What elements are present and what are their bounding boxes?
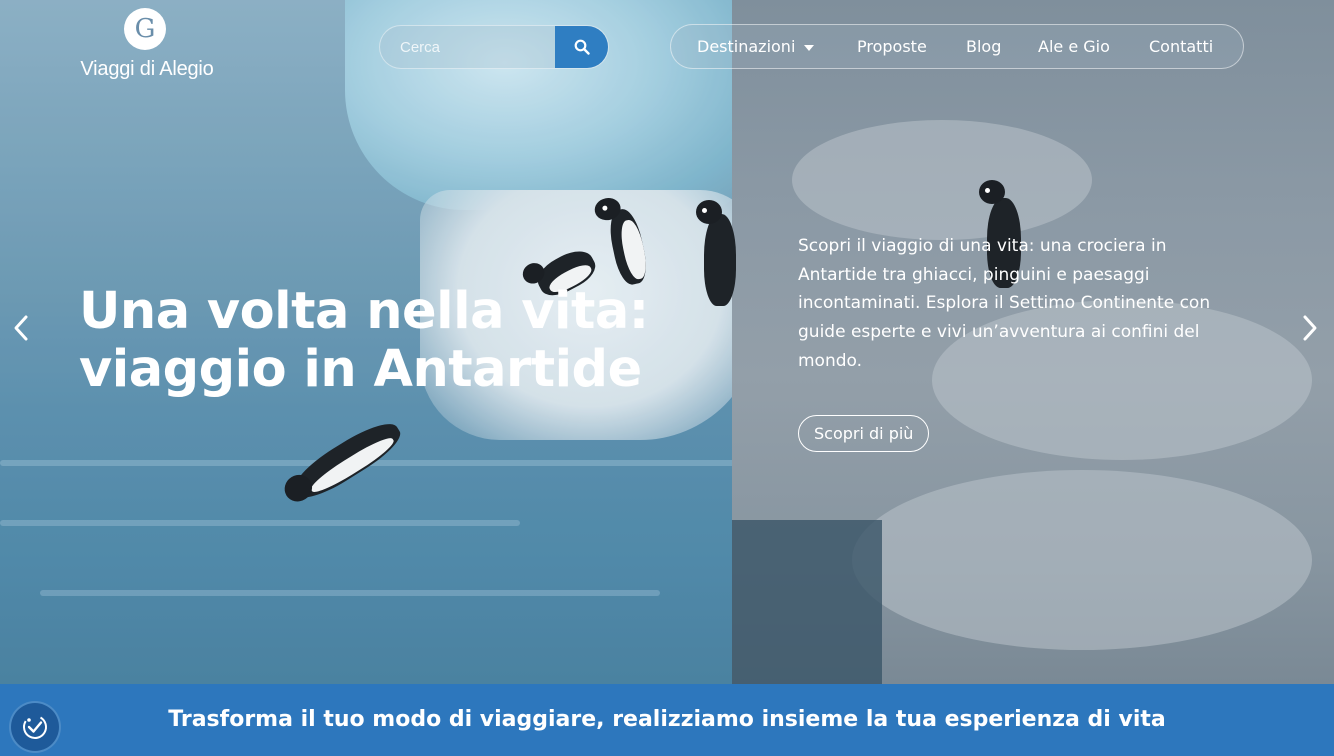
search-input[interactable] (380, 26, 556, 68)
hero-title-line2: viaggio in Antartide (79, 340, 642, 399)
nav-item-label: Destinazioni (697, 37, 796, 56)
bottom-banner: Trasforma il tuo modo di viaggiare, real… (0, 684, 1334, 756)
chevron-left-icon (14, 315, 28, 341)
banner-text: Trasforma il tuo modo di viaggiare, real… (168, 707, 1166, 732)
dark-water-shape (732, 520, 882, 684)
hero-title: Una volta nella vita: viaggio in Antarti… (79, 283, 699, 399)
snow-patch (852, 470, 1312, 650)
nav-item-blog[interactable]: Blog (966, 25, 1001, 68)
snow-patch (792, 120, 1092, 240)
accessibility-button[interactable] (11, 703, 59, 751)
logo-text: Viaggi di Alegio (80, 58, 214, 80)
slider-next-button[interactable] (1295, 310, 1325, 346)
slider-prev-button[interactable] (6, 310, 36, 346)
site-logo[interactable]: G Viaggi di Alegio (72, 8, 222, 84)
alegio-logo-icon: G (124, 8, 166, 50)
hero-description: Scopri il viaggio di una vita: una croci… (798, 236, 1211, 371)
nav-item-destinazioni[interactable]: Destinazioni (697, 25, 815, 68)
search-form (379, 25, 609, 69)
discover-more-button[interactable]: Scopri di più (798, 415, 930, 452)
nav-item-label: Proposte (857, 37, 927, 56)
logo-glyph: G (134, 14, 156, 44)
nav-item-ale-e-gio[interactable]: Ale e Gio (1038, 25, 1110, 68)
nav-item-contatti[interactable]: Contatti (1149, 25, 1213, 68)
main-navigation: Destinazioni Proposte Blog Ale e Gio Con… (670, 24, 1244, 69)
nav-item-proposte[interactable]: Proposte (857, 25, 927, 68)
accessibility-icon (23, 715, 47, 739)
hero-title-line1: Una volta nella vita: (79, 282, 649, 341)
nav-item-label: Contatti (1149, 37, 1214, 56)
search-button[interactable] (555, 26, 608, 68)
search-icon (574, 39, 590, 55)
nav-item-label: Ale e Gio (1038, 37, 1110, 56)
chevron-down-icon (804, 44, 815, 51)
nav-item-label: Blog (966, 37, 1002, 56)
chevron-right-icon (1303, 315, 1317, 341)
